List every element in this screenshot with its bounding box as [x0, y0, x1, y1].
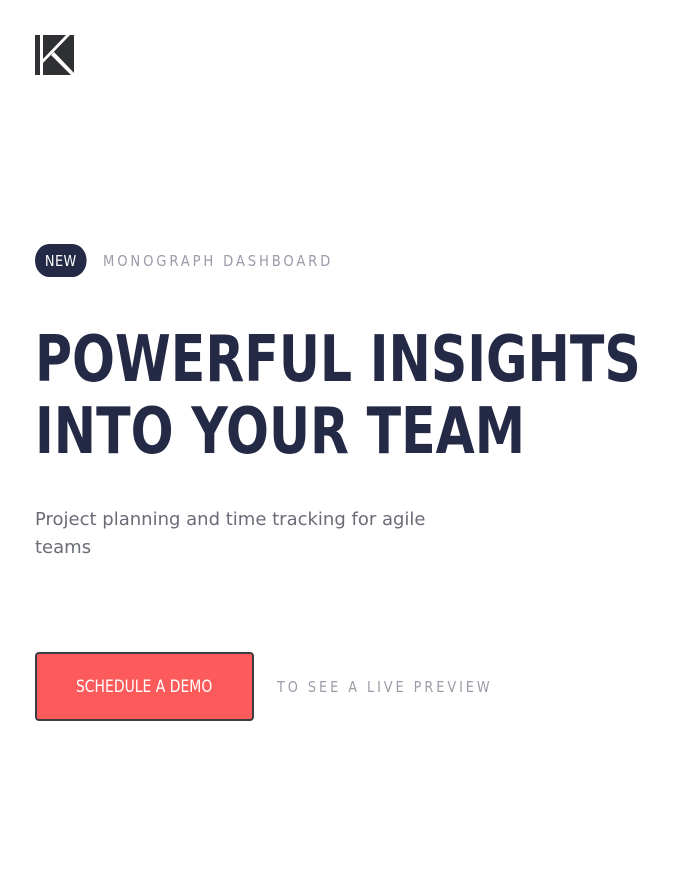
tag-row: NEW MONOGRAPH DASHBOARD — [35, 244, 655, 277]
new-badge: NEW — [35, 244, 87, 277]
k-logo-icon — [35, 35, 74, 75]
hero-subtitle: Project planning and time tracking for a… — [35, 509, 426, 558]
schedule-demo-label: SCHEDULE A DEMO — [76, 676, 213, 697]
cta-row: SCHEDULE A DEMO TO SEE A LIVE PREVIEW — [35, 652, 528, 721]
live-preview-note: TO SEE A LIVE PREVIEW — [277, 677, 493, 696]
product-tagline: MONOGRAPH DASHBOARD — [103, 251, 334, 270]
page-title: POWERFUL INSIGHTS INTO YOUR TEAM — [35, 323, 641, 469]
headline-line-2: INTO YOUR TEAM — [35, 395, 526, 469]
hero-section: NEW MONOGRAPH DASHBOARD POWERFUL INSIGHT… — [35, 244, 655, 562]
schedule-demo-button[interactable]: SCHEDULE A DEMO — [35, 652, 254, 721]
brand-logo[interactable] — [35, 35, 74, 75]
headline-line-1: POWERFUL INSIGHTS — [35, 323, 641, 397]
